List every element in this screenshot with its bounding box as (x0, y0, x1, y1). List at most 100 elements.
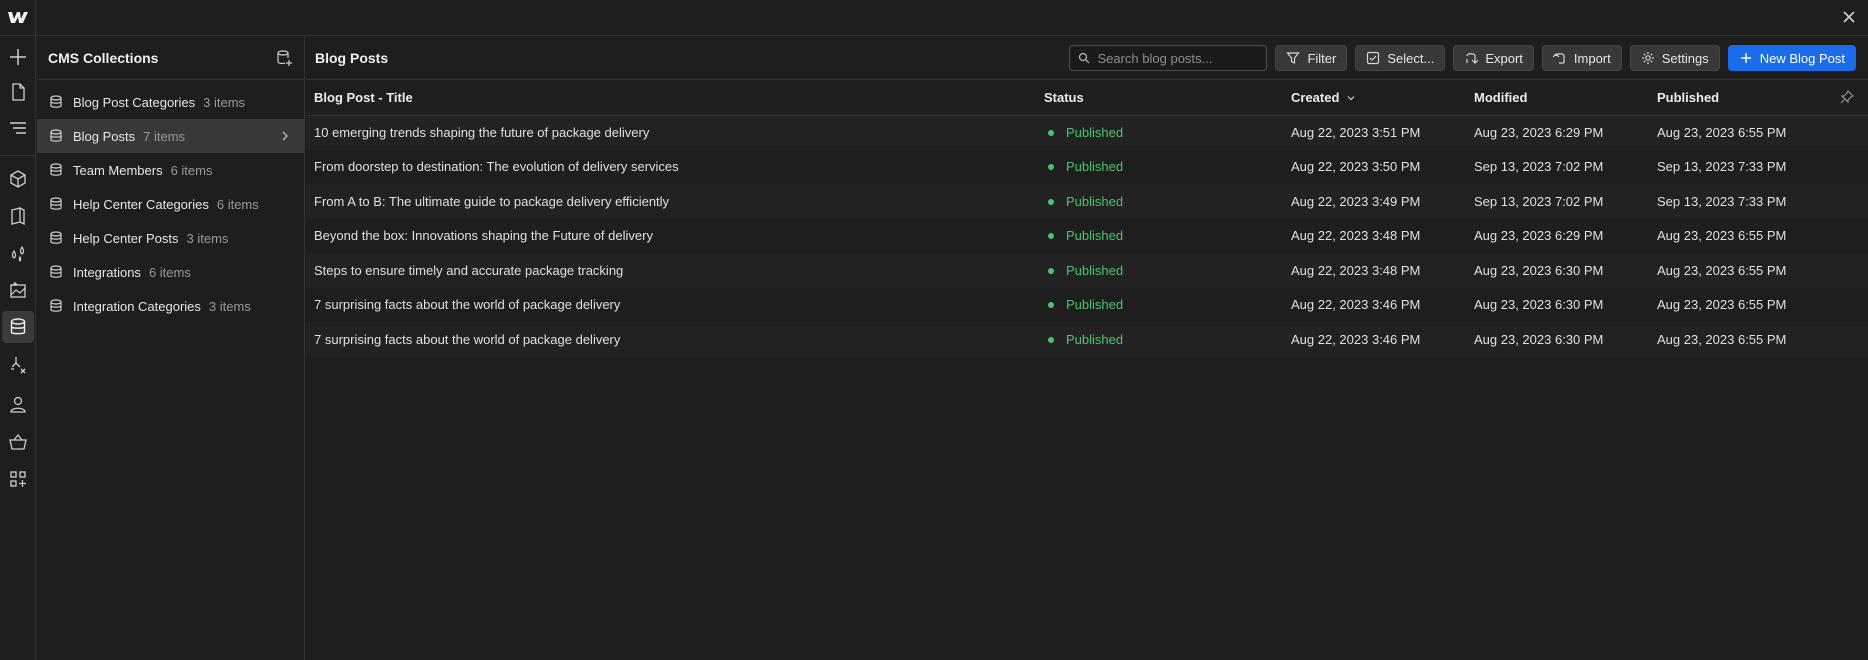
cell-title: 7 surprising facts about the world of pa… (306, 322, 1036, 357)
checkbox-icon (1367, 51, 1380, 65)
collection-item-blog-post-categories[interactable]: Blog Post Categories 3 items (37, 85, 304, 119)
toolbar: Filter Select... Export Import Settings … (1069, 45, 1856, 71)
cell-created: Aug 22, 2023 3:48 PM (1283, 253, 1466, 288)
table-row[interactable]: 7 surprising facts about the world of pa… (306, 322, 1868, 357)
collection-count: 6 items (216, 196, 259, 212)
add-collection-icon[interactable] (275, 49, 293, 67)
cell-modified: Aug 23, 2023 6:29 PM (1466, 218, 1649, 253)
status-text: Published (1066, 331, 1124, 347)
status-text: Published (1066, 297, 1124, 313)
import-label: Import (1573, 50, 1611, 66)
components-cube-icon[interactable] (6, 167, 30, 191)
collection-count: 3 items (203, 94, 246, 110)
cell-status: Published (1036, 184, 1283, 219)
status-text: Published (1066, 125, 1124, 140)
apps-grid-icon[interactable] (6, 467, 30, 491)
top-bar (0, 0, 1868, 36)
column-header-published[interactable]: Published (1649, 80, 1868, 116)
table-row[interactable]: Beyond the box: Innovations shaping the … (306, 218, 1868, 253)
export-icon (1466, 53, 1479, 64)
cell-modified: Aug 23, 2023 6:30 PM (1466, 253, 1649, 288)
database-icon (50, 231, 62, 244)
status-dot-icon (1048, 302, 1054, 309)
search-input[interactable] (1097, 50, 1248, 66)
ecommerce-basket-icon[interactable] (6, 430, 30, 454)
settings-label: Settings (1661, 50, 1709, 66)
column-header-modified[interactable]: Modified (1466, 80, 1649, 116)
database-icon (50, 129, 62, 142)
search-icon (1079, 52, 1090, 64)
cell-title: Beyond the box: Innovations shaping the … (306, 218, 1036, 253)
collection-item-help-center-posts[interactable]: Help Center Posts 3 items (37, 221, 304, 255)
column-header-created-label: Created (1291, 89, 1340, 105)
collection-count: 3 items (186, 230, 229, 246)
cell-created: Aug 22, 2023 3:51 PM (1283, 115, 1466, 150)
chevron-down-icon (1347, 95, 1355, 101)
table-header-row: Blog Post - Title Status Created Modifie… (306, 80, 1868, 116)
collection-name: Help Center Posts (73, 230, 179, 246)
assets-book-icon[interactable] (6, 204, 30, 228)
webflow-logo-icon[interactable] (7, 8, 29, 26)
blog-posts-table: Blog Post - Title Status Created Modifie… (306, 80, 1868, 357)
collection-item-help-center-categories[interactable]: Help Center Categories 6 items (37, 187, 304, 221)
pin-icon[interactable] (1840, 90, 1854, 104)
database-icon (50, 197, 62, 210)
collection-name: Blog Post Categories (73, 94, 196, 110)
status-dot-icon (1048, 130, 1054, 136)
left-rail (0, 0, 36, 660)
status-text: Published (1066, 228, 1124, 244)
import-button[interactable]: Import (1541, 45, 1622, 71)
filter-label: Filter (1307, 50, 1337, 66)
database-icon (50, 163, 62, 176)
collection-item-blog-posts[interactable]: Blog Posts 7 items (37, 119, 304, 153)
add-icon[interactable] (6, 45, 30, 69)
status-text: Published (1066, 193, 1124, 209)
settings-button[interactable]: Settings (1629, 45, 1720, 71)
chevron-right-icon (282, 131, 288, 141)
cell-status: Published (1036, 115, 1283, 150)
logic-flow-icon[interactable] (6, 353, 30, 377)
cms-database-icon[interactable] (2, 311, 34, 343)
close-icon[interactable] (1840, 8, 1858, 26)
cell-published: Aug 23, 2023 6:55 PM (1649, 322, 1868, 357)
main-header: Blog Posts Filter Select... Export Impor… (306, 36, 1868, 80)
select-label: Select... (1387, 50, 1435, 66)
collection-item-integration-categories[interactable]: Integration Categories 3 items (37, 289, 304, 323)
cell-published: Aug 23, 2023 6:55 PM (1649, 218, 1868, 253)
table-row[interactable]: 7 surprising facts about the world of pa… (306, 287, 1868, 322)
select-button[interactable]: Select... (1355, 45, 1446, 71)
assets-image-icon[interactable] (6, 278, 30, 302)
cell-title: From A to B: The ultimate guide to packa… (306, 184, 1036, 219)
table-row[interactable]: 10 emerging trends shaping the future of… (306, 115, 1868, 150)
column-header-created[interactable]: Created (1283, 80, 1466, 116)
export-button[interactable]: Export (1453, 45, 1534, 71)
column-header-status[interactable]: Status (1036, 80, 1283, 116)
table-row[interactable]: From doorstep to destination: The evolut… (306, 149, 1868, 184)
database-icon (50, 299, 62, 312)
cell-published: Aug 23, 2023 6:55 PM (1649, 115, 1868, 150)
cell-title: 10 emerging trends shaping the future of… (306, 115, 1036, 150)
pages-icon[interactable] (6, 80, 30, 104)
cell-created: Aug 22, 2023 3:49 PM (1283, 184, 1466, 219)
column-header-published-label: Published (1657, 89, 1720, 105)
table-row[interactable]: Steps to ensure timely and accurate pack… (306, 253, 1868, 288)
collection-count: 3 items (208, 298, 251, 314)
variables-drops-icon[interactable] (6, 241, 30, 265)
collection-name: Integrations (73, 264, 141, 280)
cell-status: Published (1036, 287, 1283, 322)
navigator-icon[interactable] (6, 116, 30, 140)
table-row[interactable]: From A to B: The ultimate guide to packa… (306, 184, 1868, 219)
database-icon (50, 265, 62, 278)
new-blog-post-button[interactable]: New Blog Post (1727, 45, 1856, 71)
status-text: Published (1066, 159, 1124, 175)
collection-item-integrations[interactable]: Integrations 6 items (37, 255, 304, 289)
search-box[interactable] (1069, 45, 1268, 71)
cell-published: Aug 23, 2023 6:55 PM (1649, 253, 1868, 288)
cell-created: Aug 22, 2023 3:46 PM (1283, 322, 1466, 357)
filter-button[interactable]: Filter (1275, 45, 1348, 71)
collection-item-team-members[interactable]: Team Members 6 items (37, 153, 304, 187)
column-header-title[interactable]: Blog Post - Title (306, 80, 1036, 116)
cell-published: Aug 23, 2023 6:55 PM (1649, 287, 1868, 322)
status-text: Published (1066, 262, 1124, 278)
users-person-icon[interactable] (6, 392, 30, 416)
